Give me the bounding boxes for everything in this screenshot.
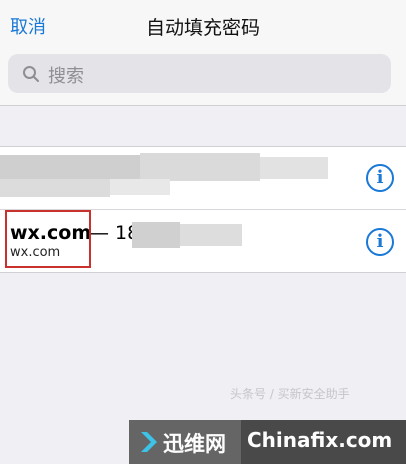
redacted-username — [132, 222, 180, 248]
password-list: i wx.com — 18 wx.com i — [0, 146, 406, 273]
arrow-logo-icon — [141, 432, 157, 452]
redacted-content — [260, 157, 328, 179]
search-input[interactable]: 搜索 — [8, 54, 391, 93]
search-placeholder: 搜索 — [48, 66, 84, 87]
watermark-text: 头条号 / 买新安全助手 — [230, 387, 350, 401]
watermark-site: Chinafix.com — [241, 420, 406, 464]
page-title: 自动填充密码 — [145, 17, 260, 39]
search-bar: 搜索 — [0, 48, 406, 106]
info-circle-icon[interactable]: i — [366, 228, 394, 256]
search-icon — [23, 66, 39, 82]
password-row[interactable]: wx.com — 18 wx.com i — [0, 210, 406, 273]
watermark-logo: 迅维网 — [129, 420, 241, 464]
highlight-box — [5, 210, 91, 268]
navigation-bar: 取消 自动填充密码 — [0, 0, 406, 48]
info-circle-icon[interactable]: i — [366, 164, 394, 192]
watermark-brand: 迅维网 — [163, 432, 226, 456]
watermark-site-text: Chinafix.com — [247, 428, 393, 452]
redacted-content — [0, 179, 110, 197]
redacted-content — [0, 155, 140, 179]
password-row[interactable]: i — [0, 147, 406, 210]
redacted-content — [140, 153, 260, 181]
redacted-username — [180, 224, 242, 246]
redacted-content — [110, 179, 170, 195]
